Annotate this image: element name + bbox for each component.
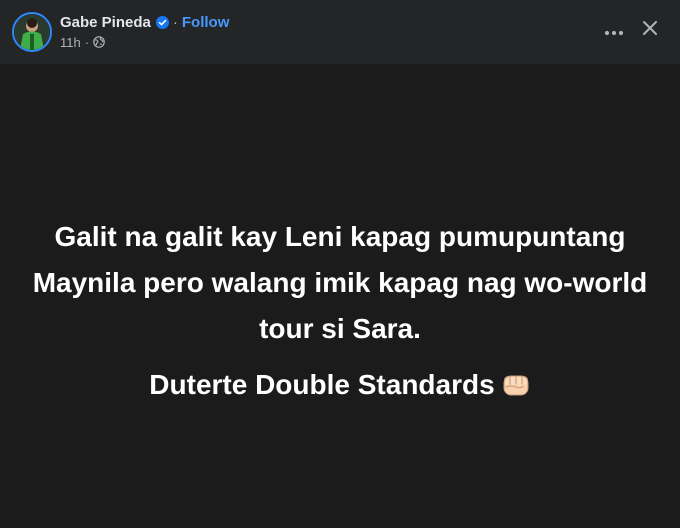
separator-dot: · <box>172 13 178 31</box>
post-viewer: Gabe Pineda · Follow 11h · Galit na gali… <box>0 0 680 528</box>
avatar[interactable] <box>12 12 52 52</box>
post-header: Gabe Pineda · Follow 11h · <box>0 0 680 64</box>
close-icon <box>642 20 658 41</box>
post-meta: 11h · <box>60 34 105 50</box>
meta-separator-dot: · <box>84 34 90 50</box>
post-text-line-1: Galit na galit kay Leni kapag pumupuntan… <box>32 221 648 344</box>
more-options-button[interactable] <box>596 14 632 50</box>
post-content: Galit na galit kay Leni kapag pumupuntan… <box>0 64 680 528</box>
post-text-line-2: Duterte Double Standards <box>20 362 660 408</box>
author-row: Gabe Pineda · Follow <box>60 12 229 32</box>
globe-icon[interactable] <box>93 36 105 48</box>
follow-button[interactable]: Follow <box>182 14 230 31</box>
more-dots-icon <box>604 23 624 41</box>
post-text-line-2-label: Duterte Double Standards <box>149 369 495 400</box>
post-timestamp[interactable]: 11h <box>60 35 81 50</box>
author-name[interactable]: Gabe Pineda <box>60 14 151 31</box>
close-button[interactable] <box>632 12 668 48</box>
oncoming-fist-icon <box>501 366 531 396</box>
verified-badge-icon <box>155 15 169 29</box>
post-text: Galit na galit kay Leni kapag pumupuntan… <box>20 214 660 408</box>
